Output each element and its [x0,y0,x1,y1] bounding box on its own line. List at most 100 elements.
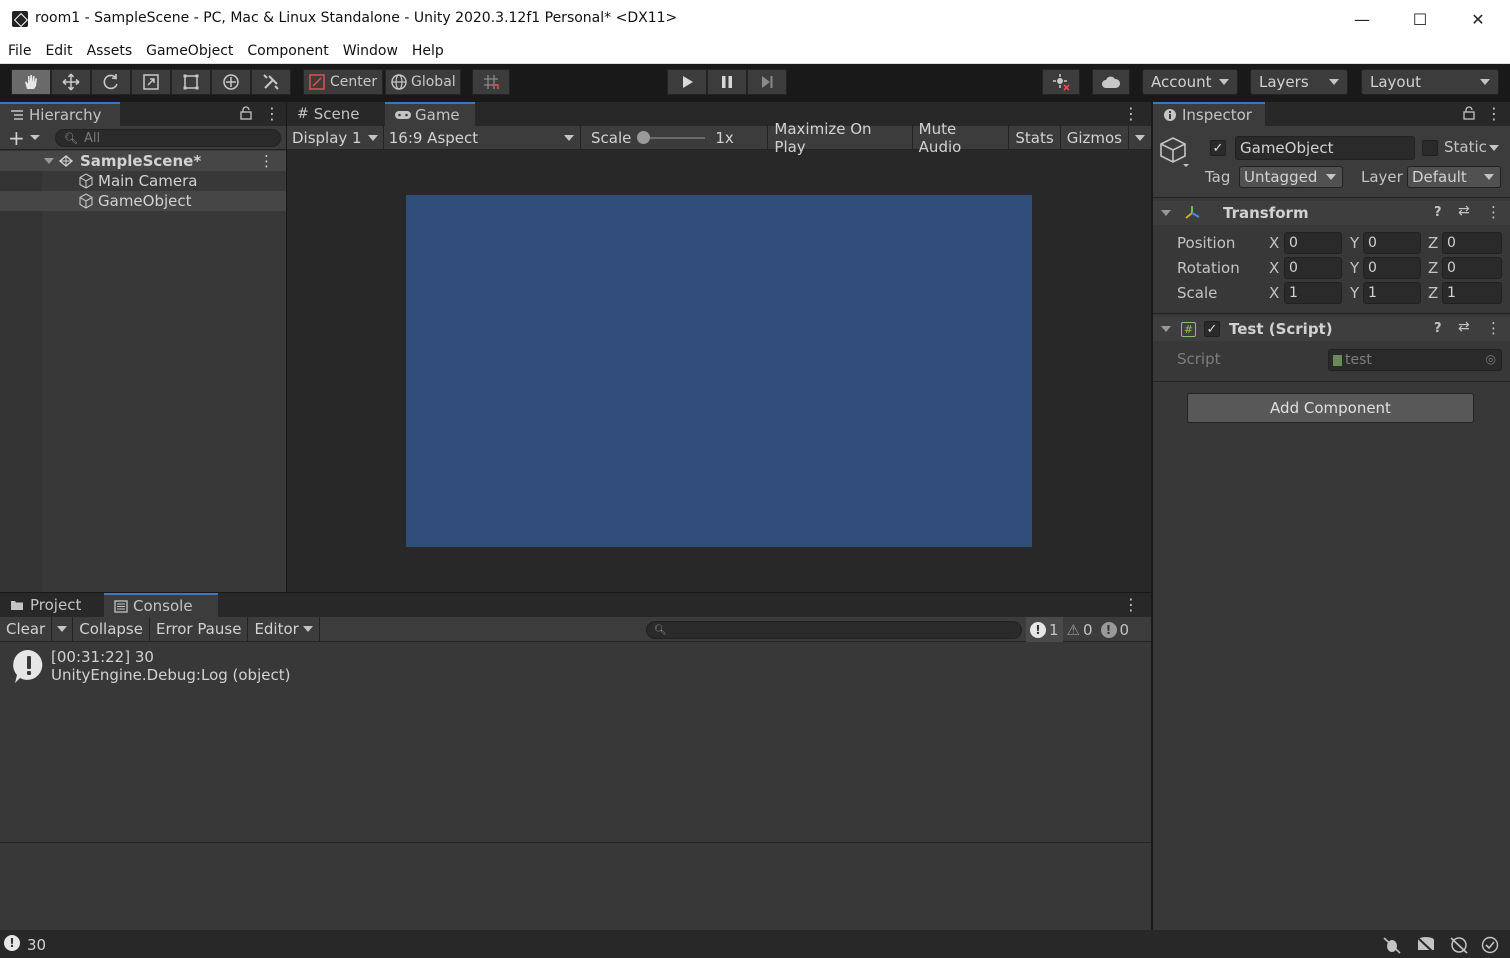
collapse-toggle[interactable]: Collapse [73,617,150,641]
aspect-dropdown[interactable]: 16:9 Aspect [384,125,581,150]
scale-x-field[interactable]: 1 [1284,281,1342,304]
error-count-toggle[interactable]: ! 0 [1097,617,1134,642]
preset-icon[interactable]: ⇄ [1458,319,1470,335]
bug-off-icon[interactable] [1382,936,1402,954]
editor-dropdown[interactable]: Editor [248,617,320,641]
move-tool-button[interactable] [51,69,91,95]
scale-slider-track[interactable] [637,130,706,144]
rotation-y-field[interactable]: 0 [1363,256,1421,279]
scale-slider-thumb[interactable] [637,130,651,144]
console-detail-divider[interactable] [0,842,1151,843]
console-search-input[interactable]: 🔍︎ [646,621,1022,639]
component-more-icon[interactable]: ⋮ [1486,319,1501,337]
mute-audio-toggle[interactable]: Mute Audio [913,120,1010,156]
rect-tool-button[interactable] [171,69,211,95]
collab-button[interactable] [1042,69,1080,95]
stats-toggle[interactable]: Stats [1009,125,1061,150]
menu-help[interactable]: Help [405,38,451,64]
scale-slider[interactable]: Scale 1x [581,125,769,150]
tab-scene[interactable]: # Scene [287,102,385,126]
menu-component[interactable]: Component [240,38,335,64]
clear-button[interactable]: Clear [0,617,53,641]
more-options-icon[interactable]: ⋮ [1486,104,1502,123]
play-button[interactable] [667,69,707,95]
console-log-entry[interactable]: [00:31:22] 30 UnityEngine.Debug:Log (obj… [0,643,1151,693]
menu-file[interactable]: File [1,38,38,64]
tab-game[interactable]: Game [385,102,475,126]
position-z-field[interactable]: 0 [1442,231,1502,254]
scale-y-field[interactable]: 1 [1363,281,1421,304]
pause-button[interactable] [707,69,747,95]
menu-window[interactable]: Window [336,38,405,64]
transform-header[interactable]: Transform ? ⇄ ⋮ [1153,201,1510,225]
info-count-toggle[interactable]: ! 1 [1026,617,1063,642]
step-button[interactable] [747,69,787,95]
hierarchy-item-gameobject[interactable]: GameObject [0,191,286,211]
static-checkbox[interactable] [1422,140,1438,156]
static-dropdown-icon[interactable] [1489,145,1499,151]
snap-grid-button[interactable] [472,69,510,95]
transform-tool-button[interactable] [211,69,251,95]
rotation-x-field[interactable]: 0 [1284,256,1342,279]
add-component-button[interactable]: Add Component [1187,393,1474,423]
layers-dropdown[interactable]: Layers [1250,69,1348,95]
scene-row[interactable]: SampleScene* ⋮ [0,151,286,171]
preset-icon[interactable]: ⇄ [1458,203,1470,219]
foldout-arrow-icon[interactable] [1161,326,1171,332]
script-enabled-checkbox[interactable]: ✓ [1204,321,1220,337]
script-component-header[interactable]: # ✓ Test (Script) ? ⇄ ⋮ [1153,317,1510,341]
layer-dropdown[interactable]: Default [1407,166,1501,188]
more-options-icon[interactable]: ⋮ [264,104,280,123]
lock-icon[interactable] [240,106,252,124]
scene-more-icon[interactable]: ⋮ [259,152,274,170]
game-view-canvas[interactable] [406,195,1032,547]
pivot-center-button[interactable]: Center [303,69,383,95]
clear-options-dropdown[interactable] [52,617,74,641]
object-name-field[interactable]: GameObject [1235,136,1415,160]
tab-inspector[interactable]: Inspector [1153,102,1265,126]
auto-generate-lighting-icon[interactable] [1449,936,1469,954]
position-x-field[interactable]: 0 [1284,231,1342,254]
position-y-field[interactable]: 0 [1363,231,1421,254]
foldout-arrow-icon[interactable] [1161,210,1171,216]
layout-dropdown[interactable]: Layout [1361,69,1499,95]
display-dropdown[interactable]: Display 1 [287,125,384,150]
minimize-button[interactable]: — [1334,0,1390,38]
active-checkbox[interactable]: ✓ [1210,140,1226,156]
rotation-z-field[interactable]: 0 [1442,256,1502,279]
cache-server-icon[interactable] [1416,936,1436,954]
hand-tool-button[interactable] [11,69,51,95]
menu-gameobject[interactable]: GameObject [139,38,240,64]
gameobject-large-icon[interactable] [1159,136,1189,168]
scale-z-field[interactable]: 1 [1442,281,1502,304]
scale-tool-button[interactable] [131,69,171,95]
space-global-button[interactable]: Global [385,69,461,95]
warning-count-toggle[interactable]: ⚠ 0 [1063,617,1097,642]
gizmos-dropdown[interactable] [1127,125,1151,150]
tab-project[interactable]: Project [0,593,104,617]
menu-edit[interactable]: Edit [38,38,79,64]
progress-check-icon[interactable] [1481,936,1499,954]
rotate-tool-button[interactable] [91,69,131,95]
tag-dropdown[interactable]: Untagged [1239,166,1343,188]
maximize-on-play-toggle[interactable]: Maximize On Play [768,120,913,156]
tab-hierarchy[interactable]: Hierarchy [0,102,120,126]
component-more-icon[interactable]: ⋮ [1486,203,1501,221]
expand-arrow-icon[interactable] [44,158,54,164]
help-icon[interactable]: ? [1434,205,1442,220]
create-button[interactable]: + [8,126,42,150]
gizmos-toggle[interactable]: Gizmos [1061,126,1128,150]
custom-tool-button[interactable] [251,69,291,95]
object-picker-icon[interactable]: ◎ [1486,352,1496,366]
close-button[interactable]: ✕ [1450,0,1506,38]
maximize-button[interactable]: ☐ [1392,0,1448,38]
hierarchy-search-input[interactable]: 🔍︎ All [55,129,281,147]
account-dropdown[interactable]: Account [1142,69,1238,95]
error-pause-toggle[interactable]: Error Pause [150,617,249,641]
cloud-button[interactable] [1092,69,1130,95]
more-options-icon[interactable]: ⋮ [1123,595,1139,614]
help-icon[interactable]: ? [1434,321,1442,336]
menu-assets[interactable]: Assets [80,38,140,64]
status-message[interactable]: 30 [27,936,46,954]
script-object-field[interactable]: test ◎ [1328,349,1502,371]
